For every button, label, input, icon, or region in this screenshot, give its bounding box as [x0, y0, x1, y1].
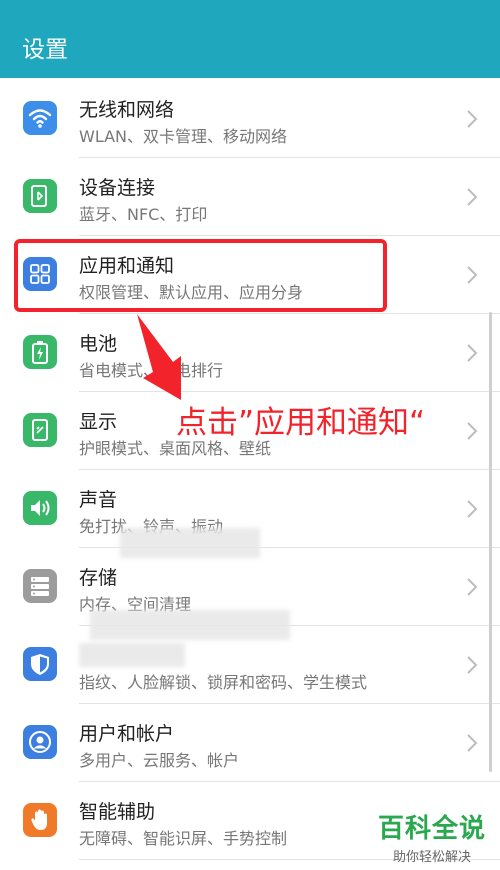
- item-title: 设备连接: [79, 177, 156, 199]
- item-title: 声音: [79, 489, 118, 511]
- chevron-right-icon: [467, 344, 478, 362]
- blur-patch: [90, 610, 290, 640]
- item-subtitle: WLAN、双卡管理、移动网络: [79, 127, 288, 146]
- page-title: 设置: [22, 37, 68, 63]
- settings-item-users-accounts[interactable]: 用户和帐户 多用户、云服务、帐户: [0, 704, 500, 782]
- annotation-text: 点击”应用和通知“: [176, 405, 426, 441]
- watermark-brand: 百科全说: [377, 814, 486, 844]
- chevron-right-icon: [467, 110, 478, 128]
- item-title: 无线和网络: [79, 99, 175, 121]
- device-connect-icon: [23, 179, 57, 213]
- speaker-icon: [23, 491, 57, 525]
- settings-item-battery[interactable]: 电池 省电模式、耗电排行: [0, 314, 500, 392]
- scrollbar[interactable]: [489, 312, 492, 772]
- display-icon: [23, 413, 57, 447]
- chevron-right-icon: [467, 656, 478, 674]
- item-title: 用户和帐户: [79, 723, 175, 745]
- hand-icon: [23, 803, 57, 837]
- chevron-right-icon: [467, 188, 478, 206]
- watermark: 百科全说 助你轻松解决: [372, 808, 492, 865]
- app-header: 设置: [0, 0, 500, 78]
- item-subtitle: 蓝牙、NFC、打印: [79, 205, 208, 224]
- item-title: 智能辅助: [79, 801, 156, 823]
- chevron-right-icon: [467, 500, 478, 518]
- item-subtitle: 无障碍、智能识屏、手势控制: [79, 829, 288, 848]
- watermark-slogan: 助你轻松解决: [392, 850, 471, 865]
- blurred-title: [79, 643, 185, 667]
- chevron-right-icon: [467, 266, 478, 284]
- pointer-arrow-icon: [137, 314, 181, 400]
- settings-list: 无线和网络 WLAN、双卡管理、移动网络 设备连接 蓝牙、NFC、打印 应用和通…: [0, 80, 500, 860]
- blur-patch: [120, 528, 260, 558]
- settings-item-device-connection[interactable]: 设备连接 蓝牙、NFC、打印: [0, 158, 500, 236]
- status-bar: [0, 0, 500, 10]
- chevron-right-icon: [467, 578, 478, 596]
- storage-icon: [23, 569, 57, 603]
- settings-item-wireless-network[interactable]: 无线和网络 WLAN、双卡管理、移动网络: [0, 80, 500, 158]
- wifi-icon: [23, 101, 57, 135]
- item-title: 电池: [79, 333, 118, 355]
- highlight-box: [14, 239, 387, 312]
- shield-icon: [23, 647, 57, 681]
- battery-icon: [23, 335, 57, 369]
- chevron-right-icon: [467, 734, 478, 752]
- chevron-right-icon: [467, 422, 478, 440]
- user-icon: [23, 725, 57, 759]
- item-title: 存储: [79, 567, 118, 589]
- item-subtitle: 指纹、人脸解锁、锁屏和密码、学生模式: [79, 673, 368, 692]
- item-subtitle: 多用户、云服务、帐户: [79, 751, 240, 770]
- item-title: 显示: [79, 411, 118, 433]
